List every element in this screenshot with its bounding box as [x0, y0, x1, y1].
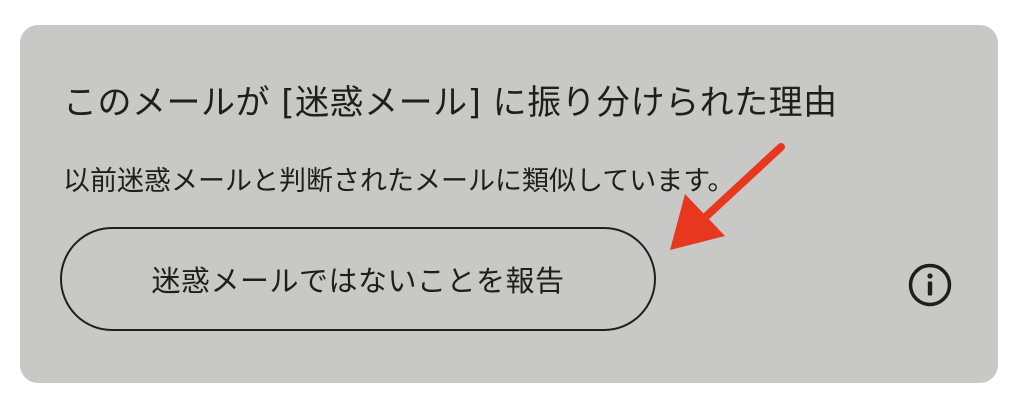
spam-reason-description: 以前迷惑メールと判断されたメールに類似しています。: [63, 166, 735, 197]
spam-reason-title: このメールが [迷惑メール] に振り分けられた理由: [63, 83, 838, 123]
report-not-spam-button[interactable]: 迷惑メールではないことを報告: [60, 227, 656, 331]
info-circle-icon[interactable]: [907, 262, 953, 308]
spam-reason-card: このメールが [迷惑メール] に振り分けられた理由 以前迷惑メールと判断されたメ…: [20, 25, 998, 383]
